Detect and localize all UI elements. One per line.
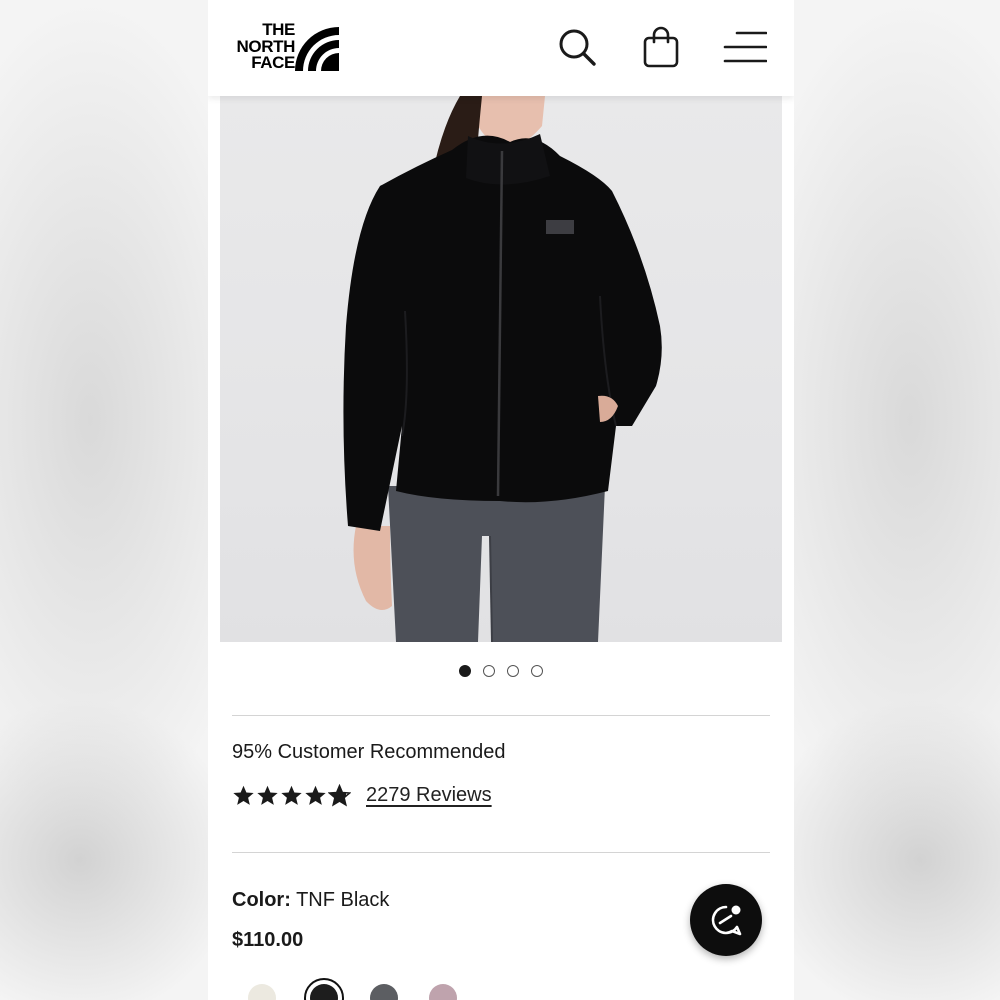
product-image[interactable] bbox=[220, 96, 782, 642]
price: $110.00 bbox=[232, 929, 304, 951]
star-icon bbox=[257, 785, 278, 805]
divider bbox=[232, 852, 770, 853]
product-page: THE NORTH FACE 95% Customer Recommended … bbox=[208, 0, 794, 1000]
color-selection: Color: TNF Black bbox=[232, 889, 389, 912]
swatch-cream[interactable] bbox=[248, 984, 276, 1000]
rating-row: 2279 Reviews bbox=[232, 780, 492, 810]
star-icon bbox=[305, 785, 326, 805]
half-dome-logo-icon bbox=[295, 27, 339, 71]
customer-recommended-text: 95% Customer Recommended bbox=[232, 741, 506, 763]
star-icon bbox=[233, 785, 254, 805]
carousel-dot-4[interactable] bbox=[531, 665, 543, 677]
half-star-icon bbox=[328, 783, 351, 806]
shopping-bag-icon[interactable] bbox=[638, 24, 684, 70]
swatch-grey[interactable] bbox=[370, 984, 398, 1000]
chat-button[interactable] bbox=[690, 884, 762, 956]
logo-wordmark: THE NORTH FACE bbox=[236, 20, 296, 72]
carousel-dot-3[interactable] bbox=[507, 665, 519, 677]
reviews-link[interactable]: 2279 Reviews bbox=[366, 784, 492, 807]
image-carousel-dots bbox=[208, 665, 794, 679]
search-icon[interactable] bbox=[554, 24, 600, 70]
star-icon bbox=[281, 785, 302, 805]
swatch-mauve[interactable] bbox=[429, 984, 457, 1000]
star-rating bbox=[232, 783, 351, 807]
hamburger-menu-icon[interactable] bbox=[722, 24, 768, 70]
color-value: TNF Black bbox=[296, 889, 390, 911]
the-north-face-logo[interactable]: THE NORTH FACE bbox=[231, 20, 339, 74]
carousel-dot-2[interactable] bbox=[483, 665, 495, 677]
color-label: Color: bbox=[232, 889, 291, 911]
site-header: THE NORTH FACE bbox=[208, 0, 794, 96]
chat-bubble-icon bbox=[711, 905, 742, 936]
carousel-dot-1[interactable] bbox=[459, 665, 471, 677]
divider bbox=[232, 715, 770, 716]
product-photo-illustration bbox=[343, 96, 662, 642]
swatch-tnf-black-selected[interactable] bbox=[304, 978, 344, 1000]
